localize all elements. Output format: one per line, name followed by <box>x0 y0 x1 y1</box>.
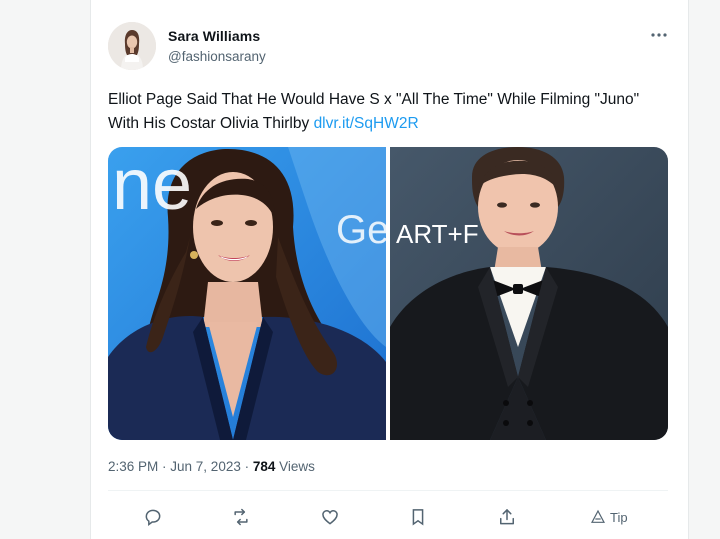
like-icon[interactable] <box>315 504 345 530</box>
backdrop-sign-left-2: Ge <box>336 208 386 252</box>
tip-button[interactable]: Tip <box>590 509 628 525</box>
tweet-actions: Tip <box>108 500 668 534</box>
views-label: Views <box>279 459 315 474</box>
bookmark-icon[interactable] <box>403 504 433 530</box>
backdrop-sign-left: ne <box>112 147 192 225</box>
actions-divider <box>108 490 668 491</box>
media-photo-left[interactable]: ne Ge <box>108 147 386 440</box>
tweet-time[interactable]: 2:36 PM <box>108 459 158 474</box>
tweet-media[interactable]: ne Ge ART+F <box>108 147 668 440</box>
more-horizontal-icon[interactable] <box>650 26 668 49</box>
backdrop-sign-right: ART+F <box>396 219 479 249</box>
media-photo-right[interactable]: ART+F <box>390 147 668 440</box>
avatar-photo <box>108 22 156 70</box>
avatar[interactable] <box>108 22 156 70</box>
reply-icon[interactable] <box>138 504 168 530</box>
tip-icon <box>591 509 605 523</box>
views-count: 784 <box>252 459 276 474</box>
tweet-meta: 2:36 PM · Jun 7, 2023 · 784 Views <box>108 459 315 474</box>
retweet-icon[interactable] <box>226 504 256 530</box>
tweet-text: Elliot Page Said That He Would Have S x … <box>108 88 668 136</box>
tweet-date[interactable]: Jun 7, 2023 <box>170 459 241 474</box>
share-icon[interactable] <box>492 504 522 530</box>
tip-label: Tip <box>610 509 628 525</box>
tweet-link[interactable]: dlvr.it/SqHW2R <box>314 115 419 132</box>
author-handle[interactable]: @fashionsarany <box>168 49 266 64</box>
author-name[interactable]: Sara Williams <box>168 28 260 44</box>
timeline-border-right <box>688 0 689 539</box>
